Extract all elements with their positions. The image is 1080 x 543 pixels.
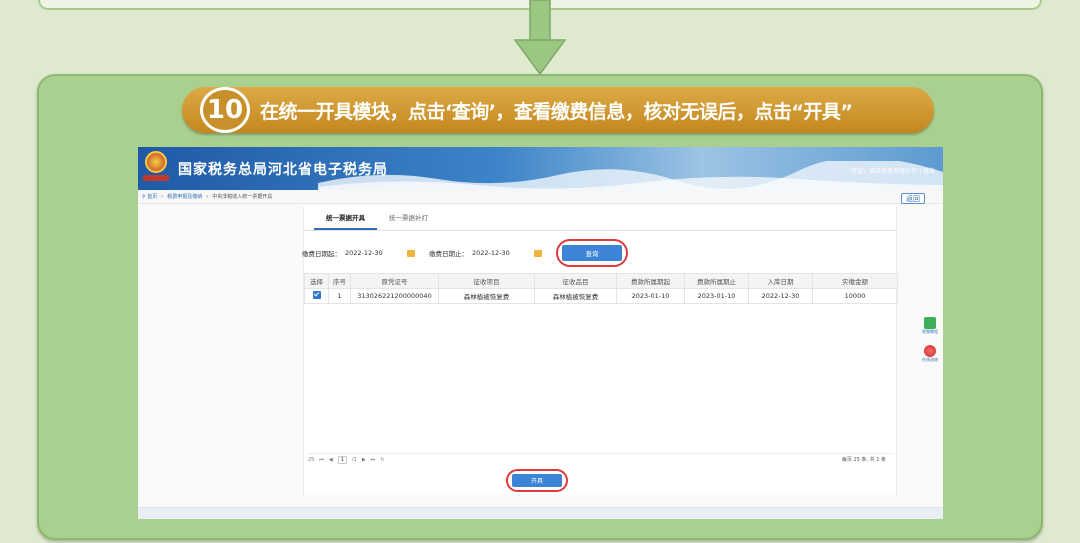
down-arrow-icon <box>513 0 567 75</box>
breadcrumb-current: 中央非税收入统一票据开具 <box>212 194 273 200</box>
step-instruction: 在统一开具模块，点击‘查询’，查看缴费信息，核对无误后，点击“开具” <box>260 100 853 123</box>
col-voucher: 原凭证号 <box>350 273 439 289</box>
highlight-ring <box>556 239 628 267</box>
back-button[interactable]: 返回 <box>901 193 925 204</box>
page-size-select[interactable]: 25 <box>308 457 314 463</box>
query-button-wrap: 查询 <box>556 239 628 267</box>
refresh-icon[interactable]: ↻ <box>380 457 384 463</box>
page-number-input[interactable]: 1 <box>337 455 347 464</box>
tab-bar: 统一票据开具 统一票据补打 <box>304 207 896 231</box>
col-seq: 序号 <box>328 273 351 289</box>
row-seq: 1 <box>328 288 351 304</box>
tax-bureau-screenshot: 国家税务总局河北省电子税务局 欢迎，测试税务有限公司 | 退出 ⚲ 首页 › 税… <box>138 147 943 519</box>
payment-table: 选择 序号 原凭证号 征收项目 征收品目 费款所属期起 费款所属期止 入库日期 … <box>304 273 898 304</box>
breadcrumb-home[interactable]: ⚲ 首页 <box>142 193 157 200</box>
highlight-ring <box>506 469 568 492</box>
step-banner: 10 在统一开具模块，点击‘查询’，查看缴费信息，核对无误后，点击“开具” <box>182 87 934 133</box>
breadcrumb: ⚲ 首页 › 税费申报及缴纳 › 中央非税收入统一票据开具 <box>138 190 943 204</box>
consult-icon <box>924 345 936 357</box>
col-item: 征收项目 <box>438 273 535 289</box>
main-content: 统一票据开具 统一票据补打 缴费日期起： 2022-12-30 缴费日期止： 2… <box>302 207 898 495</box>
row-checkbox-cell[interactable] <box>304 288 329 304</box>
col-period-end: 费款所属期止 <box>684 273 749 289</box>
footer-strip <box>138 507 943 519</box>
end-date-label: 缴费日期止： <box>429 250 468 258</box>
calendar-icon[interactable] <box>407 249 415 257</box>
prev-page-icon[interactable]: ◀ <box>329 457 333 463</box>
total-pages: /1 <box>351 456 357 463</box>
col-storage-date: 入库日期 <box>748 273 813 289</box>
row-period-end: 2023-01-10 <box>684 288 749 304</box>
step-number: 10 <box>200 87 250 133</box>
next-page-icon[interactable]: ▶ <box>362 457 366 463</box>
first-page-icon[interactable]: ⏮ <box>319 457 324 463</box>
col-select: 选择 <box>304 273 329 289</box>
row-period-start: 2023-01-10 <box>616 288 685 304</box>
row-item: 森林植被恢复费 <box>438 288 535 304</box>
breadcrumb-item[interactable]: 税费申报及缴纳 <box>167 193 202 200</box>
site-title: 国家税务总局河北省电子税务局 <box>178 162 388 178</box>
calendar-icon[interactable] <box>534 249 542 257</box>
online-consult-tool[interactable]: 在线咨询 <box>917 345 943 369</box>
video-icon <box>924 317 936 329</box>
tab-invoice-reprint[interactable]: 统一票据补打 <box>377 207 440 230</box>
pagination-summary: 每页 25 条, 共 1 条 <box>841 457 886 463</box>
filter-row: 缴费日期起： 2022-12-30 缴费日期止： 2022-12-30 查询 <box>302 239 892 267</box>
row-subitem: 森林植被恢复费 <box>534 288 617 304</box>
col-period-start: 费款所属期起 <box>616 273 685 289</box>
breadcrumb-separator: › <box>206 193 209 200</box>
side-toolbar: 视频教程 在线咨询 <box>917 317 943 373</box>
table-header-row: 选择 序号 原凭证号 征收项目 征收品目 费款所属期起 费款所属期止 入库日期 … <box>304 273 898 289</box>
col-amount: 实缴金额 <box>812 273 898 289</box>
col-subitem: 征收品目 <box>534 273 617 289</box>
start-date-label: 缴费日期起： <box>302 250 341 258</box>
row-voucher: 313026221200000040 <box>350 288 439 304</box>
pagination-bar: 25 ⏮ ◀ 1 /1 ▶ ⏭ ↻ 每页 25 条, 共 1 条 <box>308 453 894 465</box>
site-header: 国家税务总局河北省电子税务局 欢迎，测试税务有限公司 | 退出 <box>138 147 943 190</box>
great-wall-banner-icon <box>318 161 943 190</box>
table-row[interactable]: 1 313026221200000040 森林植被恢复费 森林植被恢复费 202… <box>304 288 898 304</box>
open-button-wrap: 开具 <box>506 469 568 492</box>
last-page-icon[interactable]: ⏭ <box>371 457 376 463</box>
tab-invoice-issue[interactable]: 统一票据开具 <box>314 207 377 230</box>
end-date-input[interactable]: 2022-12-30 <box>472 249 532 257</box>
tax-emblem-icon <box>143 151 169 185</box>
welcome-text[interactable]: 欢迎，测试税务有限公司 | 退出 <box>851 166 935 175</box>
start-date-input[interactable]: 2022-12-30 <box>345 249 405 257</box>
video-tutorial-tool[interactable]: 视频教程 <box>917 317 943 341</box>
breadcrumb-separator: › <box>161 193 164 200</box>
checkbox-checked-icon[interactable] <box>312 291 321 299</box>
row-storage-date: 2022-12-30 <box>748 288 813 304</box>
row-amount: 10000 <box>812 288 898 304</box>
